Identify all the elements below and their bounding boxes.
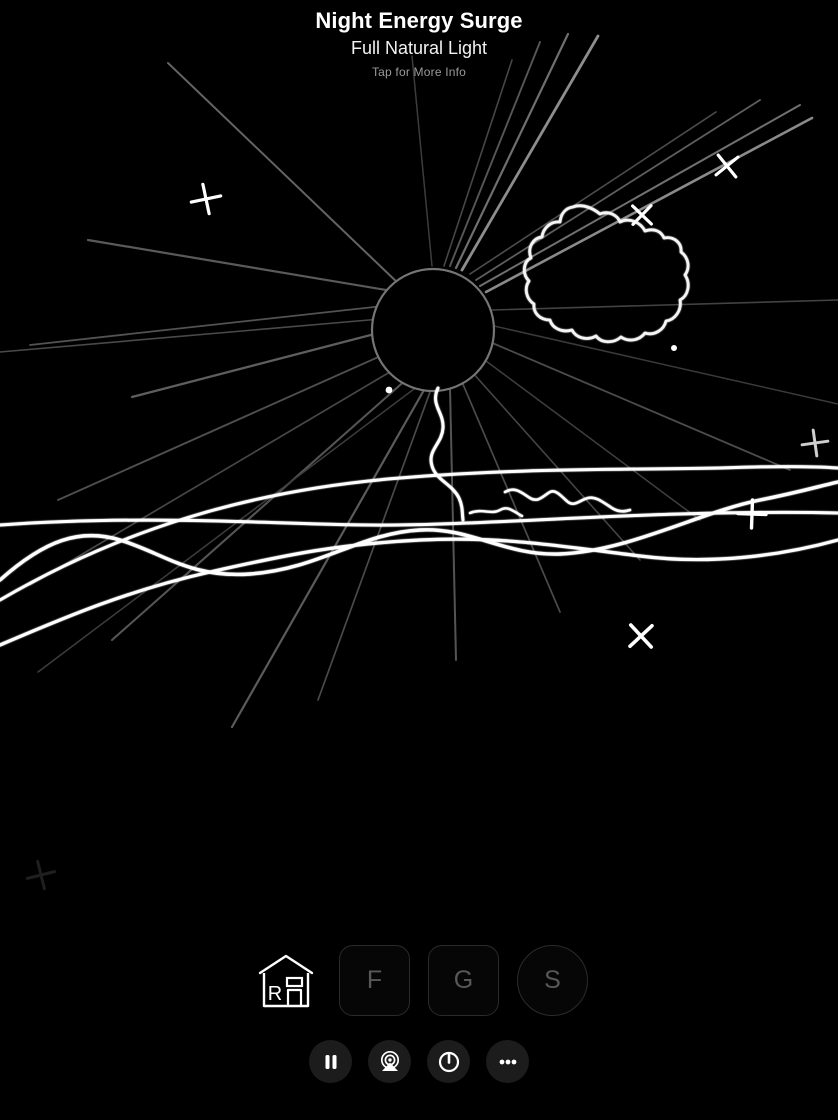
more-button[interactable] [486,1040,529,1083]
sun-disc[interactable] [370,267,496,393]
cast-button[interactable] [368,1040,411,1083]
svg-text:R: R [267,983,281,1005]
house-icon: R [258,954,313,1007]
power-button[interactable] [427,1040,470,1083]
mode-button-room[interactable]: R [250,945,321,1016]
mode-button-f-label: F [366,966,383,994]
airplay-icon [380,1050,399,1071]
mode-button-g-label: G [453,966,474,994]
mode-button-g[interactable]: G [428,945,499,1016]
power-icon [438,1051,459,1072]
app-root: Night Energy Surge Full Natural Light Ta… [0,0,838,1120]
pause-button[interactable] [309,1040,352,1083]
more-icon [499,1059,516,1064]
pause-icon [325,1054,336,1069]
mode-button-s[interactable]: S [517,945,588,1016]
mode-button-bar: R F G S [0,945,838,1016]
action-button-bar [0,1040,838,1083]
mode-button-f[interactable]: F [339,945,410,1016]
mode-button-s-label: S [544,966,561,994]
